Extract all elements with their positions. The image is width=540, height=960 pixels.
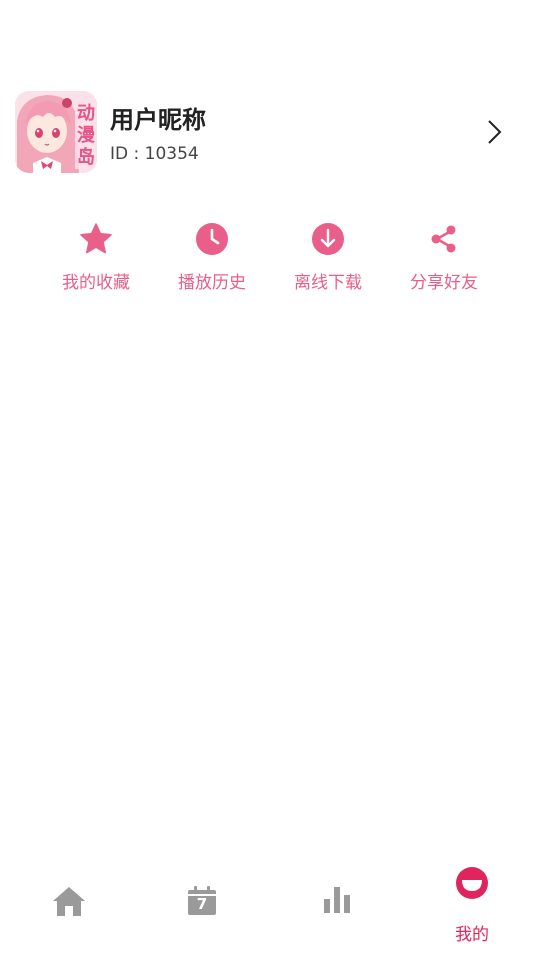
avatar: 动漫岛 [15,91,97,173]
download-label: 离线下载 [294,273,362,293]
clock-icon [196,223,228,255]
calendar-icon: 7 [187,886,217,916]
favorites-button[interactable]: 我的收藏 [38,222,154,302]
home-icon [53,887,85,916]
star-icon [80,223,112,254]
tab-mine[interactable]: 我的 [432,860,512,960]
profile-face-icon [456,867,488,899]
chevron-right-icon[interactable] [485,119,503,145]
quick-actions: 我的收藏 播放历史 离线下载 分享好友 [38,222,502,302]
history-button[interactable]: 播放历史 [154,222,270,302]
download-icon [312,223,344,255]
calendar-day: 7 [196,895,208,913]
bottom-tab-bar: 7 我的 [0,860,540,960]
logo-text: 动漫岛 [77,103,95,168]
tab-home[interactable] [29,860,109,960]
user-id: ID : 10354 [110,144,199,164]
bar-chart-icon [324,887,350,913]
history-label: 播放历史 [178,273,246,293]
share-icon [431,225,456,253]
tab-ranking[interactable] [297,860,377,960]
favorites-label: 我的收藏 [62,273,130,293]
profile-header[interactable]: 动漫岛 用户昵称 ID : 10354 [15,90,525,175]
share-button[interactable]: 分享好友 [386,222,502,302]
download-button[interactable]: 离线下载 [270,222,386,302]
tab-mine-label: 我的 [455,925,489,945]
share-label: 分享好友 [410,273,478,293]
nickname: 用户昵称 [110,106,206,134]
tab-calendar[interactable]: 7 [162,860,242,960]
